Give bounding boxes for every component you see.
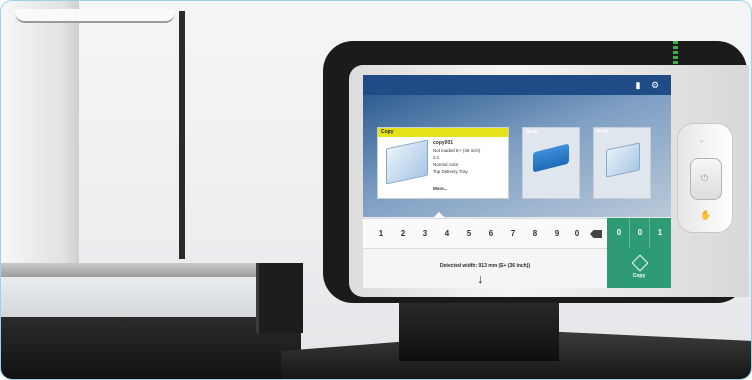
more-link[interactable]: More... — [433, 186, 448, 191]
top-bar: ▮ ⚙ — [363, 75, 671, 95]
windows-icon[interactable]: ▮ — [633, 80, 643, 90]
key-8[interactable]: 8 — [525, 219, 545, 249]
key-6[interactable]: 6 — [481, 219, 501, 249]
delivery-tray — [256, 263, 303, 333]
status-led-strip — [673, 41, 678, 65]
status-area: Detected width: 913 mm (E+ (36 inch)) ↓ — [363, 248, 607, 288]
copy-button-label: Copy — [632, 273, 646, 279]
count-digit: 0 — [616, 228, 622, 237]
detected-width-text: Detected width: 913 mm (E+ (36 inch)) — [439, 263, 531, 269]
key-1[interactable]: 1 — [371, 219, 391, 249]
printer-shelf-lower — [1, 277, 263, 317]
printer-arm — [1, 1, 79, 271]
touch-screen: ▮ ⚙ Copy copy001 Not loaded E+ (36 inch)… — [363, 75, 671, 288]
settings-icon[interactable]: ⚙ — [650, 80, 660, 90]
scan-tile-header: Scan — [526, 129, 538, 135]
printer-shelf — [1, 263, 263, 277]
count-digit: 1 — [649, 218, 670, 248]
copy-scale-line: 1:1 — [433, 155, 440, 160]
key-4[interactable]: 4 — [437, 219, 457, 249]
arrow-down-icon[interactable]: ↓ — [477, 271, 484, 286]
scanner-icon — [533, 143, 569, 173]
key-2[interactable]: 2 — [393, 219, 413, 249]
print-tile-header: Print — [597, 129, 609, 135]
printer-top-edge — [15, 9, 175, 23]
hardware-center-button[interactable]: ⏻ — [690, 158, 722, 200]
hardware-button-panel: ◦ ⏻ ✋ — [677, 123, 733, 233]
panel-stand — [399, 301, 559, 361]
home-icon[interactable]: ◦ — [700, 136, 703, 146]
copy-start-button[interactable]: Copy — [607, 248, 671, 288]
copy-document-icon — [386, 139, 428, 185]
scene: ▮ ⚙ Copy copy001 Not loaded E+ (36 inch)… — [0, 0, 752, 380]
key-5[interactable]: 5 — [459, 219, 479, 249]
diamond-start-icon — [631, 254, 649, 272]
copy-color-line: Normal color — [433, 162, 459, 167]
count-digit: 0 — [629, 218, 650, 248]
print-document-icon — [606, 142, 640, 178]
copy-settings: copy001 Not loaded E+ (36 inch) 1:1 Norm… — [433, 140, 480, 175]
copy-tile[interactable]: Copy copy001 Not loaded E+ (36 inch) 1:1… — [377, 127, 509, 199]
key-0[interactable]: 0 — [567, 219, 587, 249]
printer-post — [179, 11, 185, 259]
hand-icon[interactable]: ✋ — [700, 210, 711, 221]
copy-media-line: Not loaded E+ (36 inch) — [433, 148, 481, 153]
power-icon: ⏻ — [701, 173, 709, 183]
copy-job-name: copy001 — [433, 140, 454, 146]
copy-tray-line: Top Delivery Tray — [433, 169, 468, 174]
scan-tile[interactable]: Scan — [522, 127, 580, 199]
key-9[interactable]: 9 — [547, 219, 567, 249]
print-tile[interactable]: Print — [593, 127, 651, 199]
backspace-icon[interactable] — [590, 230, 602, 238]
copy-tile-header: Copy — [378, 128, 508, 137]
key-7[interactable]: 7 — [503, 219, 523, 249]
key-3[interactable]: 3 — [415, 219, 435, 249]
copy-count[interactable]: 0 0 1 — [607, 218, 671, 248]
